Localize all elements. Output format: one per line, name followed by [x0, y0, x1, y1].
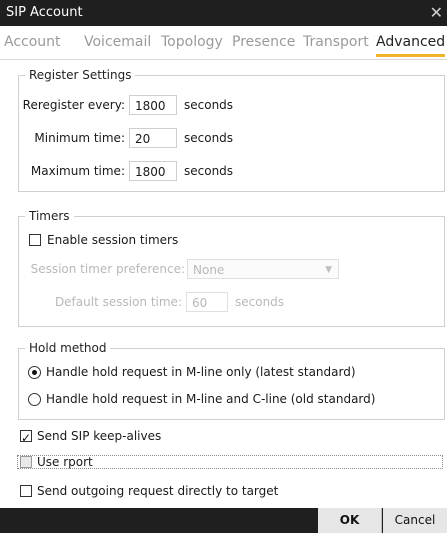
window-title: SIP Account [6, 5, 83, 20]
hold-method-legend: Hold method [29, 341, 107, 355]
register-settings-legend: Register Settings [29, 68, 132, 82]
default-session-input[interactable]: 60 [186, 292, 228, 312]
timer-preference-row: Session timer preference: None ▼ [0, 258, 447, 280]
enable-timers-label: Enable session timers [47, 233, 179, 247]
maximum-label: Maximum time: [30, 164, 125, 178]
close-icon[interactable]: ✕ [430, 3, 443, 22]
hold-option-1-radio[interactable] [28, 366, 41, 379]
keepalive-row: Send SIP keep-alives [0, 425, 447, 449]
hold-option-2-row: Handle hold request in M-line and C-line… [0, 388, 447, 410]
default-session-row: Default session time: 60 seconds [0, 291, 447, 313]
keepalive-checkbox[interactable] [20, 427, 32, 449]
direct-row: Send outgoing request directly to target [0, 480, 447, 502]
timer-preference-value: None [193, 263, 225, 277]
hold-option-1-label: Handle hold request in M-line only (late… [46, 365, 356, 379]
enable-timers-checkbox[interactable] [29, 234, 41, 246]
tab-transport[interactable]: Transport [303, 34, 369, 50]
direct-label: Send outgoing request directly to target [37, 484, 279, 498]
tab-voicemail[interactable]: Voicemail [84, 34, 151, 50]
reregister-input[interactable]: 1800 [129, 95, 177, 115]
minimum-row: Minimum time: 20 seconds [0, 127, 447, 149]
maximum-input[interactable]: 1800 [129, 161, 177, 181]
cancel-button[interactable]: Cancel [383, 508, 447, 533]
rport-label: Use rport [37, 455, 93, 469]
enable-timers-row: Enable session timers [0, 229, 447, 251]
hold-option-1-row: Handle hold request in M-line only (late… [0, 361, 447, 383]
keepalive-label: Send SIP keep-alives [37, 429, 162, 443]
default-session-unit: seconds [235, 295, 285, 309]
tab-account[interactable]: Account [4, 34, 61, 50]
tab-presence[interactable]: Presence [232, 34, 295, 50]
direct-checkbox[interactable] [20, 485, 32, 497]
hold-option-2-label: Handle hold request in M-line and C-line… [46, 392, 376, 406]
tab-topology[interactable]: Topology [161, 34, 223, 50]
timer-preference-label: Session timer preference: [30, 262, 185, 276]
title-bar: SIP Account ✕ [0, 0, 447, 26]
minimum-input[interactable]: 20 [129, 128, 177, 148]
rport-row: Use rport [0, 451, 447, 473]
minimum-label: Minimum time: [34, 131, 125, 145]
chevron-down-icon: ▼ [325, 265, 332, 275]
timers-legend: Timers [29, 209, 70, 223]
timer-preference-select[interactable]: None ▼ [187, 259, 339, 279]
maximum-row: Maximum time: 1800 seconds [0, 160, 447, 182]
default-session-label: Default session time: [54, 295, 182, 309]
tab-advanced[interactable]: Advanced [376, 34, 446, 57]
tab-bar: Account Voicemail Topology Presence Tran… [0, 26, 447, 60]
rport-checkbox[interactable] [20, 456, 32, 468]
minimum-unit: seconds [184, 131, 234, 145]
ok-button[interactable]: OK [318, 508, 382, 533]
reregister-unit: seconds [184, 98, 234, 112]
maximum-unit: seconds [184, 164, 234, 178]
reregister-row: Reregister every: 1800 seconds [0, 94, 447, 116]
reregister-label: Reregister every: [22, 98, 125, 112]
hold-option-2-radio[interactable] [28, 393, 41, 406]
